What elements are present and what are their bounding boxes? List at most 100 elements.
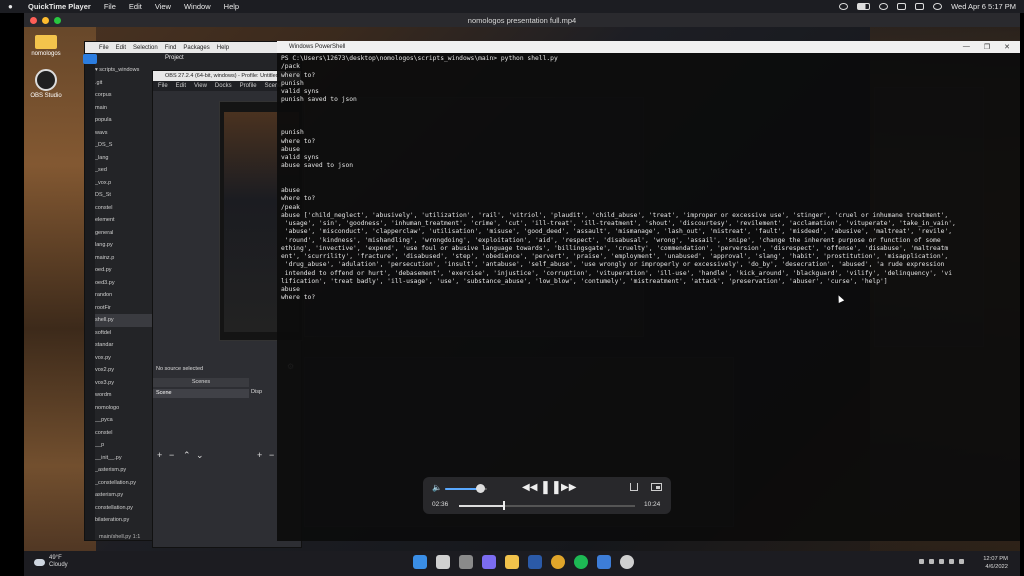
ide-menu-edit[interactable]: Edit [116,45,126,51]
scrubber-playhead[interactable] [503,501,505,510]
terminal-line: 'usage', 'sin', 'goodness', 'inhuman_tre… [281,220,956,227]
video-title: nomologos presentation full.mp4 [467,15,577,25]
menu-window[interactable]: Window [184,2,211,11]
terminal-line: punish [281,79,304,87]
obs-icon[interactable] [620,555,634,569]
back-arrow-icon[interactable] [83,54,97,64]
picture-in-picture-icon[interactable] [651,483,662,491]
ide-menu-find[interactable]: Find [165,45,177,51]
desktop-obs-studio[interactable]: OBS Studio [28,69,64,99]
ide-menu-selection[interactable]: Selection [133,45,158,51]
obs-menu-profile[interactable]: Profile [240,83,257,89]
record-status-icon[interactable] [839,3,849,10]
obs-icon [35,69,57,91]
ide-menu-file[interactable]: File [99,45,109,51]
spotify-icon[interactable] [574,555,588,569]
scrubber-fill [459,505,503,507]
apple-icon[interactable]: ● [8,2,18,11]
search-icon[interactable] [897,3,907,10]
menu-help[interactable]: Help [224,2,239,11]
task-view-icon[interactable] [459,555,473,569]
battery-tray-icon[interactable] [959,559,964,564]
terminal-line: ent', 'scurrility', 'fracture', 'disabus… [281,253,949,260]
volume-knob[interactable] [476,484,486,493]
move-down-icon[interactable]: ⌄ [196,450,204,461]
share-icon[interactable] [630,483,638,491]
terminal-icon[interactable] [528,555,542,569]
obs-menu-edit[interactable]: Edit [176,83,186,89]
terminal-line: 'drug_abuse', 'adulation', 'persecution'… [281,261,945,269]
control-center-icon[interactable] [915,3,925,10]
terminal-line: abuse [281,286,300,293]
close-button[interactable]: ✕ [1004,43,1010,51]
volume-icon[interactable]: 🔈 [432,483,442,492]
obs-menu-docks[interactable]: Docks [215,83,232,89]
terminal-line: abuse saved to json [281,162,354,170]
app-menu[interactable]: QuickTime Player [28,2,91,11]
move-up-icon[interactable]: ⌃ [183,450,191,461]
terminal-line: 'round', 'kindness', 'mishandling', 'wro… [281,236,941,244]
rewind-button[interactable]: ◀◀ [522,482,537,493]
terminal-line: 'abuse', 'misconduct', 'clapperclaw', 'u… [281,228,953,236]
total-duration: 10:24 [644,501,661,508]
desktop-icon-label: nomologos [31,51,61,57]
chevron-up-icon[interactable] [919,559,924,564]
pause-button[interactable]: ❚❚ [540,479,562,495]
scrubber-track[interactable] [459,505,635,507]
taskbar-clock[interactable]: 12:07 PM 4/6/2022 [983,555,1008,571]
add-source-button[interactable]: + [257,450,262,460]
search-icon[interactable] [436,555,450,569]
minimize-button[interactable]: — [963,43,970,51]
terminal-line: abuse ['child_neglect', 'abusively', 'ut… [281,211,949,219]
ide-menu-packages[interactable]: Packages [183,45,209,51]
ide-menu-help[interactable]: Help [217,45,229,51]
windows-start-icon[interactable] [413,555,427,569]
remove-scene-button[interactable]: − [169,450,174,460]
terminal-line: intended to offend or hurt', 'debasement… [281,269,953,277]
menu-edit[interactable]: Edit [129,2,142,11]
file-explorer-icon[interactable] [505,555,519,569]
battery-icon[interactable] [857,3,871,10]
menu-file[interactable]: File [104,2,116,11]
fast-forward-button[interactable]: ▶▶ [561,482,576,493]
maximize-button[interactable]: ❐ [984,43,990,51]
wifi-icon[interactable] [879,3,889,10]
terminal-line: punish saved to json [281,96,357,104]
chat-icon[interactable] [482,555,496,569]
chrome-icon[interactable] [551,555,565,569]
wifi-tray-icon[interactable] [939,559,944,564]
cloud-tray-icon[interactable] [929,559,934,564]
terminal-line: abuse [281,187,300,194]
quicktime-window: nomologos presentation full.mp4 nomologo… [24,13,1020,576]
powershell-titlebar[interactable]: Windows PowerShell — ❐ ✕ [277,41,1020,53]
terminal-line: punish [281,129,304,137]
menu-bar-clock[interactable]: Wed Apr 6 5:17 PM [951,2,1016,11]
terminal-output[interactable]: PS C:\Users\12673\desktop\nomologos\scri… [277,53,1020,539]
menu-view[interactable]: View [155,2,171,11]
no-source-label: No source selected [156,366,204,372]
ide-menu-bar: File Edit Selection Find Packages Help [85,42,301,53]
volume-tray-icon[interactable] [949,559,954,564]
add-scene-button[interactable]: + [157,450,162,460]
terminal-line: /pack [281,63,300,71]
photos-icon[interactable] [597,555,611,569]
weather-widget[interactable]: 49°F Cloudy [34,555,68,569]
quicktime-titlebar[interactable]: nomologos presentation full.mp4 [24,13,1020,27]
system-tray [919,559,964,564]
video-frame[interactable]: nomologos OBS Studio File Edit Selection… [24,27,1020,576]
desktop-folder-nomologos[interactable]: nomologos [28,35,64,57]
desktop-icon-label: OBS Studio [30,93,62,99]
scene-list-item[interactable]: Scene [153,389,249,398]
cloud-icon [34,558,45,566]
siri-icon[interactable] [933,3,943,10]
folder-icon [35,35,57,49]
terminal-line: where to? [281,71,316,79]
obs-menu-file[interactable]: File [158,83,168,89]
remove-source-button[interactable]: − [269,450,274,460]
windows-taskbar: 49°F Cloudy 12:07 PM 4/6/2022 [24,551,1020,576]
sources-header: Disp [251,389,263,395]
mac-menu-bar: ● QuickTime Player File Edit View Window… [0,0,1024,13]
obs-menu-view[interactable]: View [194,83,207,89]
